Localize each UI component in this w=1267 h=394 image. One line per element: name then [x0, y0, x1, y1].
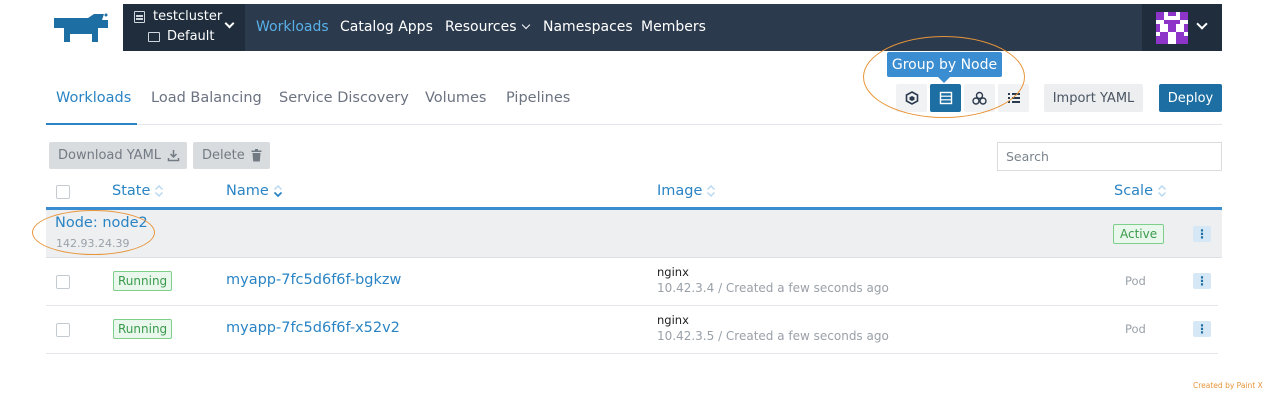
column-header-scale-label: Scale	[1114, 183, 1154, 199]
nav-item-namespaces[interactable]: Namespaces	[543, 19, 633, 35]
node-actions-menu-icon[interactable]: ⋮	[1193, 226, 1211, 242]
deploy-button[interactable]: Deploy	[1159, 84, 1222, 112]
status-badge: Running	[113, 319, 173, 339]
sort-icon	[155, 185, 164, 197]
cluster-name: testcluster	[153, 9, 223, 24]
rancher-logo-icon[interactable]	[46, 12, 112, 44]
row-actions-menu-icon[interactable]: ⋮	[1193, 321, 1211, 337]
active-tab-indicator	[46, 123, 137, 125]
column-header-state[interactable]: State	[112, 183, 164, 199]
column-header-image-label: Image	[657, 183, 703, 199]
download-yaml-button[interactable]: Download YAML	[49, 142, 187, 169]
user-menu[interactable]	[1142, 4, 1222, 51]
image-name: nginx	[657, 265, 689, 279]
status-badge: Active	[1113, 224, 1165, 244]
table-row: Running myapp-7fc5d6f6f-x52v2 nginx 10.4…	[46, 306, 1218, 354]
trash-icon	[251, 149, 262, 162]
table-row: Running myapp-7fc5d6f6f-bgkzw nginx 10.4…	[46, 258, 1218, 306]
column-header-name[interactable]: Name	[226, 183, 283, 199]
sort-icon	[1158, 185, 1167, 197]
chevron-down-icon	[1196, 18, 1208, 30]
project-name: Default	[167, 29, 215, 44]
pod-ip-created: 10.42.3.4 / Created a few seconds ago	[657, 281, 889, 295]
row-checkbox[interactable]	[56, 323, 70, 337]
credit-text: Created by Paint X	[1193, 381, 1263, 390]
workload-name-link[interactable]: myapp-7fc5d6f6f-x52v2	[226, 320, 400, 336]
scale-value: Pod	[1125, 274, 1146, 288]
column-header-scale[interactable]: Scale	[1114, 183, 1167, 199]
tab-service-discovery[interactable]: Service Discovery	[279, 90, 409, 106]
row-checkbox[interactable]	[56, 275, 70, 289]
column-header-state-label: State	[112, 183, 151, 199]
image-name: nginx	[657, 313, 689, 327]
folder-icon	[148, 32, 160, 42]
scale-value: Pod	[1125, 322, 1146, 336]
search-input[interactable]	[997, 142, 1222, 171]
select-all-checkbox[interactable]	[56, 185, 70, 199]
avatar	[1156, 12, 1188, 44]
nav-item-resources[interactable]: Resources	[445, 19, 530, 35]
sort-icon	[707, 185, 716, 197]
chevron-down-icon	[521, 20, 530, 30]
column-header-image[interactable]: Image	[657, 183, 716, 199]
import-yaml-button[interactable]: Import YAML	[1044, 84, 1143, 112]
cluster-icon	[134, 11, 145, 23]
nav-item-catalog-apps[interactable]: Catalog Apps	[340, 19, 433, 35]
workload-name-link[interactable]: myapp-7fc5d6f6f-bgkzw	[226, 272, 401, 288]
node-group-row: Node: node2 142.93.24.39 Active ⋮	[46, 210, 1222, 258]
tab-workloads[interactable]: Workloads	[56, 90, 131, 106]
cluster-project-switcher[interactable]: testcluster Default	[123, 4, 245, 51]
tabs-divider	[46, 124, 1222, 125]
chevron-down-icon	[224, 18, 235, 29]
row-actions-menu-icon[interactable]: ⋮	[1193, 273, 1211, 289]
download-yaml-label: Download YAML	[58, 148, 162, 163]
column-header-name-label: Name	[226, 183, 269, 199]
delete-button[interactable]: Delete	[193, 142, 270, 169]
tab-load-balancing[interactable]: Load Balancing	[151, 90, 262, 106]
nav-item-resources-label: Resources	[445, 19, 517, 35]
tab-volumes[interactable]: Volumes	[425, 90, 486, 106]
nav-item-workloads[interactable]: Workloads	[256, 19, 329, 35]
annotation-ellipse	[863, 36, 1025, 118]
status-badge: Running	[113, 271, 173, 291]
sort-descending-icon	[273, 185, 282, 198]
annotation-ellipse	[32, 210, 155, 255]
delete-label: Delete	[202, 148, 245, 163]
nav-item-members[interactable]: Members	[641, 19, 706, 35]
download-icon	[167, 150, 180, 162]
tab-pipelines[interactable]: Pipelines	[506, 90, 570, 106]
top-navigation-bar: testcluster Default Workloads Catalog Ap…	[123, 4, 1222, 51]
pod-ip-created: 10.42.3.5 / Created a few seconds ago	[657, 329, 889, 343]
